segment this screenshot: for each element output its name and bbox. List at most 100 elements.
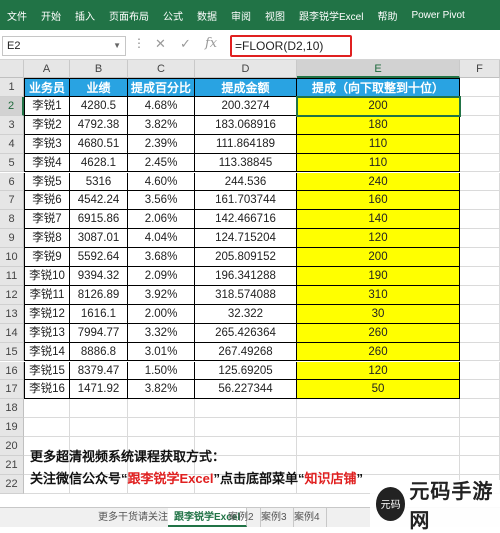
row-header[interactable]: 5 [0, 153, 24, 173]
ribbon-tab[interactable]: 视图 [258, 8, 292, 23]
data-cell[interactable]: 4792.38 [70, 115, 128, 135]
data-cell[interactable]: 124.715204 [195, 229, 297, 249]
ribbon-tab[interactable]: 帮助 [370, 8, 404, 23]
empty-cell[interactable] [460, 399, 500, 419]
empty-cell[interactable] [460, 456, 500, 475]
ribbon-tab[interactable]: 插入 [68, 8, 102, 23]
empty-cell[interactable] [195, 418, 297, 438]
empty-cell[interactable] [460, 361, 500, 381]
data-cell[interactable]: 4.04% [128, 229, 195, 249]
row-header[interactable]: 10 [0, 248, 24, 267]
data-cell[interactable]: 2.39% [128, 134, 195, 154]
result-cell[interactable]: 160 [297, 191, 460, 211]
ribbon-tab[interactable]: Power Pivot [404, 10, 471, 21]
data-cell[interactable]: 244.536 [195, 172, 297, 192]
ribbon-tab[interactable]: 页面布局 [102, 8, 156, 23]
empty-cell[interactable] [460, 229, 500, 249]
data-cell[interactable]: 4.68% [128, 96, 195, 116]
empty-cell[interactable] [460, 172, 500, 192]
row-header[interactable]: 15 [0, 342, 24, 362]
result-cell[interactable]: 120 [297, 361, 460, 381]
empty-cell[interactable] [460, 285, 500, 305]
result-cell[interactable]: 260 [297, 323, 460, 343]
row-header[interactable]: 14 [0, 323, 24, 343]
row-header[interactable]: 4 [0, 134, 24, 154]
empty-cell[interactable] [460, 248, 500, 267]
empty-cell[interactable] [297, 418, 460, 438]
header-cell[interactable]: 提成金额 [195, 78, 297, 97]
result-cell[interactable]: 260 [297, 342, 460, 362]
empty-cell[interactable] [460, 134, 500, 154]
result-cell[interactable]: 120 [297, 229, 460, 249]
data-cell[interactable]: 李锐7 [24, 210, 70, 230]
data-cell[interactable]: 9394.32 [70, 267, 128, 286]
data-cell[interactable]: 5316 [70, 172, 128, 192]
row-header[interactable]: 11 [0, 267, 24, 286]
empty-cell[interactable] [297, 437, 460, 456]
data-cell[interactable]: 3.82% [128, 380, 195, 400]
data-cell[interactable]: 1471.92 [70, 380, 128, 400]
more-dots-icon[interactable]: ⋮ [133, 36, 145, 50]
result-cell[interactable]: 200 [297, 248, 460, 267]
data-cell[interactable]: 1616.1 [70, 304, 128, 324]
data-cell[interactable]: 4280.5 [70, 96, 128, 116]
data-cell[interactable]: 3087.01 [70, 229, 128, 249]
data-cell[interactable]: 2.09% [128, 267, 195, 286]
row-header[interactable]: 16 [0, 361, 24, 381]
data-cell[interactable]: 李锐16 [24, 380, 70, 400]
data-cell[interactable]: 3.32% [128, 323, 195, 343]
row-header[interactable]: 3 [0, 115, 24, 135]
column-header-a[interactable]: A [24, 60, 70, 78]
ribbon-tab[interactable]: 开始 [34, 8, 68, 23]
row-header[interactable]: 18 [0, 399, 24, 419]
data-cell[interactable]: 3.92% [128, 285, 195, 305]
column-header-d[interactable]: D [195, 60, 297, 78]
empty-cell[interactable] [460, 267, 500, 286]
data-cell[interactable]: 8379.47 [70, 361, 128, 381]
ribbon-tab[interactable]: 公式 [156, 8, 190, 23]
ribbon-tab[interactable]: 跟李锐学Excel [292, 8, 370, 23]
data-cell[interactable]: 318.574088 [195, 285, 297, 305]
ribbon-tab[interactable]: 数据 [190, 8, 224, 23]
chevron-down-icon[interactable]: ▼ [113, 37, 121, 55]
data-cell[interactable]: 李锐6 [24, 191, 70, 211]
data-cell[interactable]: 196.341288 [195, 267, 297, 286]
formula-input[interactable]: =FLOOR(D2,10) [230, 35, 352, 57]
column-header-e[interactable]: E [297, 60, 460, 78]
data-cell[interactable]: 5592.64 [70, 248, 128, 267]
result-cell[interactable]: 240 [297, 172, 460, 192]
data-cell[interactable]: 李锐10 [24, 267, 70, 286]
column-header-f[interactable]: F [460, 60, 500, 78]
result-cell[interactable]: 190 [297, 267, 460, 286]
empty-cell[interactable] [297, 399, 460, 419]
row-header[interactable]: 8 [0, 210, 24, 230]
data-cell[interactable]: 4.60% [128, 172, 195, 192]
empty-cell[interactable] [460, 323, 500, 343]
column-header-c[interactable]: C [128, 60, 195, 78]
data-cell[interactable]: 142.466716 [195, 210, 297, 230]
data-cell[interactable]: 李锐5 [24, 172, 70, 192]
empty-cell[interactable] [460, 380, 500, 400]
row-header[interactable]: 20 [0, 437, 24, 456]
data-cell[interactable]: 3.68% [128, 248, 195, 267]
result-cell[interactable]: 30 [297, 304, 460, 324]
checkmark-icon[interactable]: ✓ [180, 36, 191, 52]
column-header-b[interactable]: B [70, 60, 128, 78]
row-header[interactable]: 7 [0, 191, 24, 211]
data-cell[interactable]: 267.49268 [195, 342, 297, 362]
ribbon-tab[interactable]: 审阅 [224, 8, 258, 23]
empty-cell[interactable] [460, 115, 500, 135]
empty-cell[interactable] [460, 96, 500, 116]
data-cell[interactable]: 李锐15 [24, 361, 70, 381]
data-cell[interactable]: 4628.1 [70, 153, 128, 173]
data-cell[interactable]: 265.426364 [195, 323, 297, 343]
empty-cell[interactable] [70, 399, 128, 419]
header-cell[interactable]: 提成（向下取整到十位） [297, 78, 460, 97]
header-cell[interactable]: 提成百分比 [128, 78, 195, 97]
data-cell[interactable]: 李锐2 [24, 115, 70, 135]
data-cell[interactable]: 32.322 [195, 304, 297, 324]
data-cell[interactable]: 2.06% [128, 210, 195, 230]
sheet-tab[interactable]: 案例4 [288, 508, 327, 527]
row-header[interactable]: 13 [0, 304, 24, 324]
header-cell[interactable]: 业绩 [70, 78, 128, 97]
